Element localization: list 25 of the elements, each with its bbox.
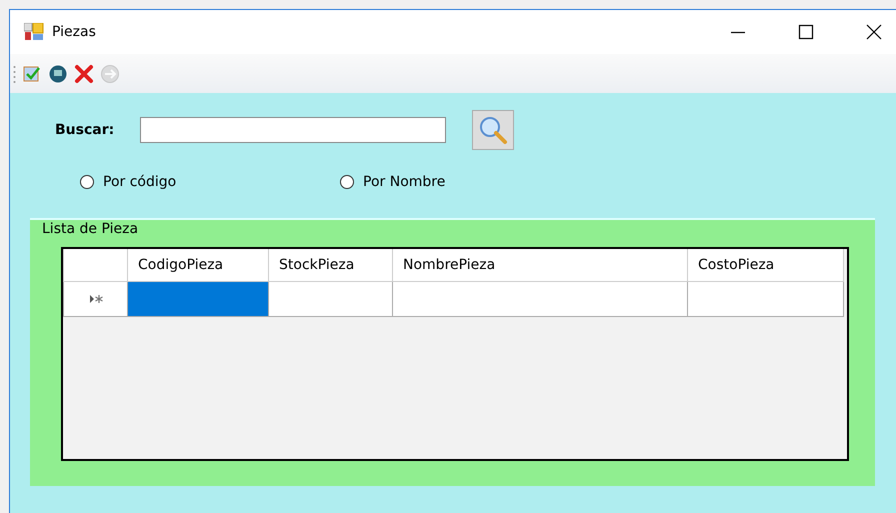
radio-button[interactable]: [340, 175, 354, 189]
window-title: Piezas: [52, 24, 96, 40]
new-row-icon: [88, 295, 102, 303]
table-cell[interactable]: [688, 282, 844, 316]
radio-button[interactable]: [80, 175, 94, 189]
column-header[interactable]: CostoPieza: [688, 249, 844, 282]
search-icon: [478, 115, 508, 145]
column-header[interactable]: NombrePieza: [392, 249, 688, 282]
app-icon: [24, 23, 44, 41]
maximize-icon[interactable]: [798, 24, 814, 40]
table-cell[interactable]: [268, 282, 392, 316]
column-header[interactable]: CodigoPieza: [128, 249, 268, 282]
edit-icon[interactable]: [22, 64, 42, 84]
delete-icon[interactable]: [74, 64, 94, 84]
radio-label: Por Nombre: [363, 174, 446, 190]
table-cell[interactable]: [128, 282, 268, 316]
search-button[interactable]: [472, 110, 514, 150]
close-icon[interactable]: [866, 24, 882, 40]
radio-label: Por código: [103, 174, 176, 190]
disk-icon[interactable]: [48, 64, 68, 84]
search-label: Buscar:: [55, 122, 116, 138]
table-cell[interactable]: [392, 282, 688, 316]
grip-icon: [13, 64, 16, 84]
search-field[interactable]: [140, 117, 446, 143]
column-header[interactable]: StockPieza: [268, 249, 392, 282]
